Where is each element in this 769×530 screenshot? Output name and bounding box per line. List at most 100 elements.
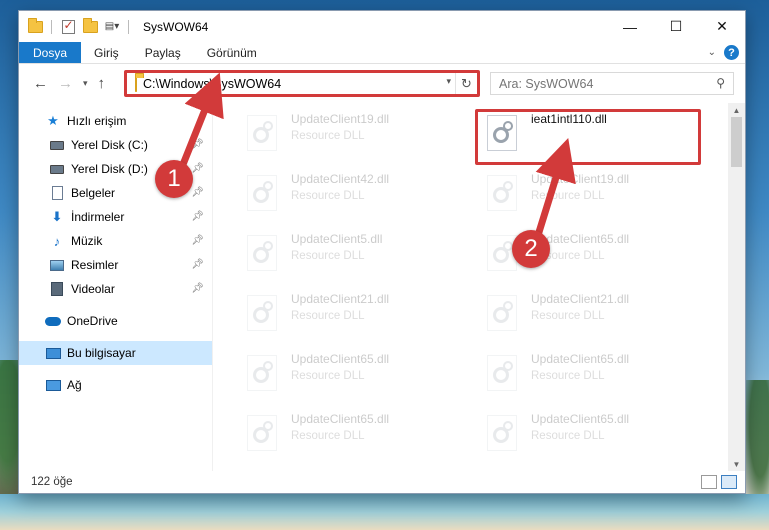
wallpaper-beach <box>0 494 769 530</box>
sidebar-item-label: Bu bilgisayar <box>67 346 136 360</box>
help-icon[interactable]: ? <box>724 45 739 60</box>
sidebar-item-label: Hızlı erişim <box>67 114 127 128</box>
file-name: UpdateClient65.dll <box>291 352 390 366</box>
file-type: Resource DLL <box>531 430 605 442</box>
document-icon <box>49 185 65 201</box>
file-name: UpdateClient19.dll <box>531 172 630 186</box>
sidebar-item-music[interactable]: ♪ Müzik 📌︎ <box>19 229 212 253</box>
dll-file-icon <box>241 233 285 277</box>
sidebar-item-quick-access[interactable]: ★ Hızlı erişim <box>19 109 212 133</box>
sidebar-item-videos[interactable]: Videolar 📌︎ <box>19 277 212 301</box>
scrollbar-thumb[interactable] <box>731 117 742 167</box>
tab-home[interactable]: Giriş <box>81 42 132 63</box>
new-folder-icon[interactable] <box>82 17 98 35</box>
sidebar-item-label: Yerel Disk (C:) <box>71 138 148 152</box>
search-box[interactable]: ⚲ <box>490 72 734 95</box>
pin-icon[interactable]: 📌︎ <box>191 283 204 294</box>
file-name: UpdateClient5.dll <box>291 232 383 246</box>
file-tile[interactable]: UpdateClient65.dll Resource DLL <box>235 347 465 399</box>
separator <box>51 19 52 34</box>
file-name: UpdateClient65.dll <box>291 412 390 426</box>
sidebar-item-label: Müzik <box>71 234 103 248</box>
file-tile[interactable]: UpdateClient42.dll Resource DLL <box>235 167 465 219</box>
search-icon[interactable]: ⚲ <box>716 76 725 90</box>
file-type: Resource DLL <box>531 310 605 322</box>
close-button[interactable]: ✕ <box>699 11 745 42</box>
dll-file-icon <box>241 413 285 457</box>
dll-file-icon <box>481 353 525 397</box>
file-tile[interactable]: UpdateClient21.dll Resource DLL <box>235 287 465 339</box>
customize-toolbar-icon[interactable]: ▤▾ <box>104 19 120 35</box>
file-type: Resource DLL <box>291 190 365 202</box>
pin-icon[interactable]: 📌︎ <box>191 211 204 222</box>
sidebar-item-onedrive[interactable]: OneDrive <box>19 309 212 333</box>
title-bar: ▤▾ SysWOW64 — ☐ ✕ <box>19 11 745 42</box>
tab-file[interactable]: Dosya <box>19 42 82 63</box>
maximize-button[interactable]: ☐ <box>653 11 699 42</box>
sidebar-item-downloads[interactable]: ⬇ İndirmeler 📌︎ <box>19 205 212 229</box>
file-type: Resource DLL <box>291 250 365 262</box>
computer-icon <box>45 345 61 361</box>
properties-icon[interactable] <box>60 18 76 35</box>
videos-icon <box>49 281 65 297</box>
expand-ribbon-icon[interactable]: ⌄ <box>708 47 716 58</box>
navigation-buttons: ← → ▾ ↑ <box>19 75 123 92</box>
file-name: UpdateClient65.dll <box>531 352 630 366</box>
pictures-icon <box>49 257 65 273</box>
window-controls: — ☐ ✕ <box>607 11 745 42</box>
recent-locations-chevron-icon[interactable]: ▾ <box>83 78 88 89</box>
pin-icon[interactable]: 📌︎ <box>191 187 204 198</box>
file-tile[interactable]: UpdateClient21.dll Resource DLL <box>475 287 705 339</box>
step-2-badge: 2 <box>512 230 550 268</box>
file-type: Resource DLL <box>291 370 365 382</box>
file-type: Resource DLL <box>291 310 365 322</box>
navigation-pane: ★ Hızlı erişim Yerel Disk (C:) 📌︎ Yerel … <box>19 103 213 471</box>
dll-file-icon <box>241 293 285 337</box>
file-highlight-box <box>475 109 701 165</box>
star-icon: ★ <box>47 113 59 128</box>
tab-view[interactable]: Görünüm <box>194 42 270 63</box>
sidebar-item-pictures[interactable]: Resimler 📌︎ <box>19 253 212 277</box>
file-tile[interactable]: UpdateClient5.dll Resource DLL <box>235 227 465 279</box>
file-name: UpdateClient21.dll <box>291 292 390 306</box>
pin-icon[interactable]: 📌︎ <box>191 139 204 150</box>
file-tile[interactable]: UpdateClient65.dll Resource DLL <box>475 227 705 279</box>
scroll-up-icon[interactable]: ▲ <box>728 103 745 117</box>
file-tile[interactable]: UpdateClient19.dll Resource DLL <box>235 107 465 159</box>
item-count: 122 öğe <box>31 476 73 488</box>
tiles-view-icon[interactable] <box>721 475 737 489</box>
content-area: ★ Hızlı erişim Yerel Disk (C:) 📌︎ Yerel … <box>19 103 745 471</box>
search-input[interactable] <box>499 76 699 91</box>
dll-file-icon <box>241 173 285 217</box>
sidebar-item-this-pc[interactable]: Bu bilgisayar <box>19 341 212 365</box>
address-highlight-box <box>124 70 480 97</box>
details-view-icon[interactable] <box>701 475 717 489</box>
back-arrow-icon[interactable]: ← <box>33 75 48 92</box>
music-icon: ♪ <box>53 233 61 249</box>
vertical-scrollbar[interactable]: ▲ ▼ <box>728 103 745 471</box>
status-bar: 122 öğe <box>19 471 745 493</box>
sidebar-item-network[interactable]: Ağ <box>19 373 212 397</box>
up-arrow-icon[interactable]: ↑ <box>98 75 106 92</box>
file-name: UpdateClient21.dll <box>531 292 630 306</box>
address-row: ← → ▾ ↑ C:\Windows\SysWOW64 ▾ ↻ ⚲ <box>19 64 745 102</box>
file-tile[interactable]: UpdateClient19.dll Resource DLL <box>475 167 705 219</box>
dll-file-icon <box>481 173 525 217</box>
pin-icon[interactable]: 📌︎ <box>191 259 204 270</box>
scroll-down-icon[interactable]: ▼ <box>728 457 745 471</box>
file-tile[interactable]: UpdateClient65.dll Resource DLL <box>475 347 705 399</box>
pin-icon[interactable]: 📌︎ <box>191 235 204 246</box>
sidebar-item-local-disk-c[interactable]: Yerel Disk (C:) 📌︎ <box>19 133 212 157</box>
pin-icon[interactable]: 📌︎ <box>191 163 204 174</box>
sidebar-item-label: Ağ <box>67 378 82 392</box>
tab-share[interactable]: Paylaş <box>132 42 194 63</box>
forward-arrow-icon[interactable]: → <box>58 75 73 92</box>
file-tile[interactable]: UpdateClient65.dll Resource DLL <box>475 407 705 459</box>
file-tile[interactable]: UpdateClient65.dll Resource DLL <box>235 407 465 459</box>
folder-icon <box>27 17 43 35</box>
step-1-badge: 1 <box>155 160 193 198</box>
file-name: UpdateClient65.dll <box>531 412 630 426</box>
quick-access-toolbar: ▤▾ SysWOW64 <box>19 11 208 42</box>
minimize-button[interactable]: — <box>607 11 653 42</box>
file-type: Resource DLL <box>291 430 365 442</box>
